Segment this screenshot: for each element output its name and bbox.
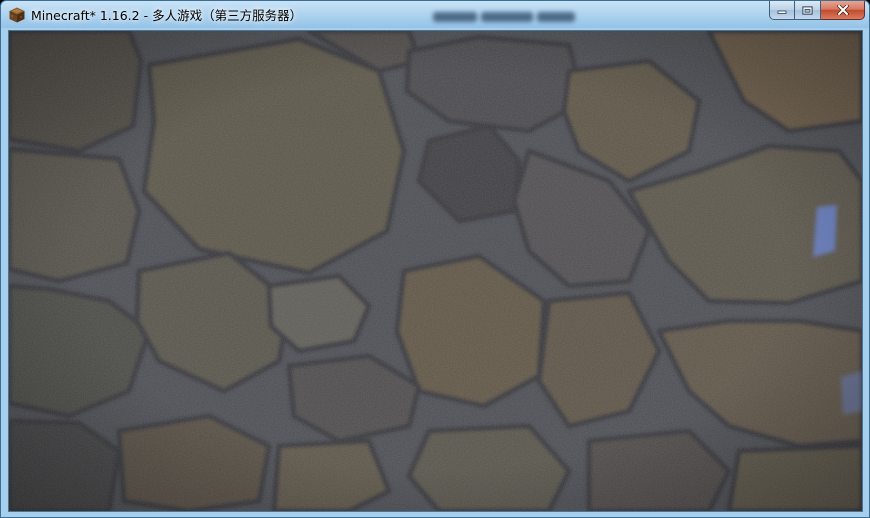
- game-viewport[interactable]: [8, 30, 863, 512]
- title-bar[interactable]: Minecraft* 1.16.2 - 多人游戏（第三方服务器）: [1, 1, 869, 30]
- game-window: Minecraft* 1.16.2 - 多人游戏（第三方服务器）: [0, 0, 870, 518]
- stone-background: [9, 31, 862, 511]
- close-icon: [836, 5, 849, 15]
- window-title: Minecraft* 1.16.2 - 多人游戏（第三方服务器）: [31, 8, 303, 23]
- minimize-button[interactable]: [769, 1, 795, 20]
- minecraft-grass-block-icon: [9, 7, 25, 23]
- maximize-icon: [802, 5, 813, 15]
- close-button[interactable]: [821, 1, 865, 20]
- minimize-icon: [777, 10, 787, 14]
- blurred-title-text: [433, 7, 579, 23]
- maximize-button[interactable]: [795, 1, 821, 20]
- caption-buttons: [769, 1, 865, 21]
